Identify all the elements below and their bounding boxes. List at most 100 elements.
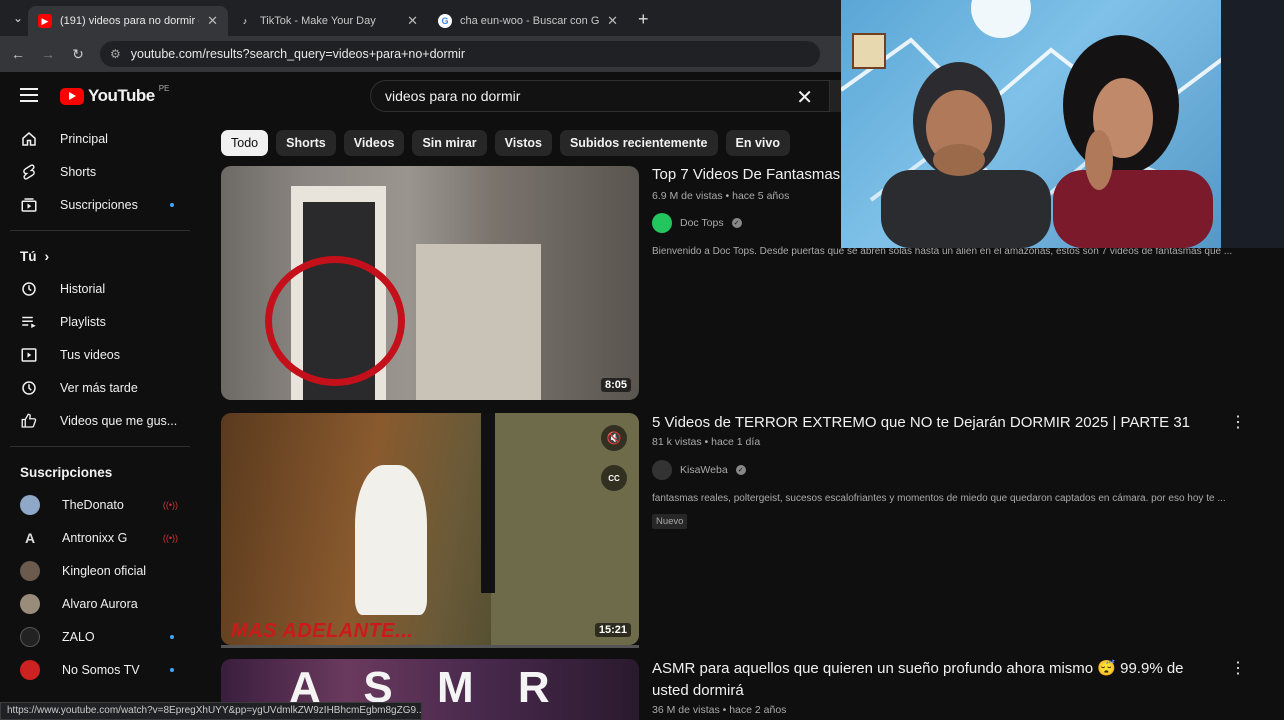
new-content-dot (170, 634, 174, 639)
close-tab-icon[interactable]: ✕ (407, 13, 418, 29)
sidebar: Principal Shorts Suscripciones Tú › Hist… (0, 122, 200, 720)
site-info-icon[interactable]: ⚙ (110, 47, 121, 61)
ghost-figure (355, 465, 427, 615)
sidebar-channel-thedonato[interactable]: TheDonato ((•)) (0, 488, 200, 521)
new-badge: Nuevo (652, 514, 688, 529)
sidebar-channel-antronixx-g[interactable]: A Antronixx G ((•)) (0, 521, 200, 554)
tab-title: (191) videos para no dormir - Y (60, 15, 200, 27)
tiktok-icon: ♪ (242, 16, 248, 26)
more-options-icon[interactable]: ⋮ (1230, 412, 1246, 432)
avatar (652, 460, 672, 480)
url-bar[interactable]: ⚙ youtube.com/results?search_query=video… (100, 41, 820, 67)
search-input[interactable]: videos para no dormir ✕ (370, 80, 830, 112)
sidebar-item-label: Tus videos (60, 347, 120, 362)
sidebar-item-liked-videos[interactable]: Videos que me gus... (0, 404, 200, 437)
sidebar-item-playlists[interactable]: Playlists (0, 305, 200, 338)
back-arrow-icon[interactable]: ← (10, 46, 26, 62)
channel-label: Antronixx G (62, 530, 128, 545)
avatar (20, 494, 40, 515)
video-title[interactable]: 5 Videos de TERROR EXTREMO que NO te Dej… (652, 412, 1190, 434)
logo-text: YouTube (88, 86, 155, 105)
your-videos-icon (20, 346, 38, 364)
video-title[interactable]: ASMR para aquellos que quieren un sueño … (652, 658, 1212, 702)
tab-search-chevron-icon[interactable]: ⌄ (8, 8, 28, 28)
forward-arrow-icon[interactable]: → (40, 46, 56, 62)
youtube-icon: ▶ (38, 14, 52, 28)
channel-name: KisaWeba (680, 464, 728, 476)
channel-row[interactable]: KisaWeba ✓ (652, 460, 746, 480)
verified-icon: ✓ (735, 465, 746, 475)
video-description: fantasmas reales, poltergeist, sucesos e… (652, 493, 1226, 504)
video-title[interactable]: Top 7 Videos De Fantasmas (652, 164, 840, 186)
webcam-overlay (841, 0, 1284, 248)
home-icon (20, 130, 38, 148)
browser-tab-youtube[interactable]: ▶ (191) videos para no dormir - Y ✕ (28, 6, 228, 36)
sidebar-channel-kingleon[interactable]: Kingleon oficial (0, 554, 200, 587)
sidebar-item-label: Ver más tarde (60, 380, 138, 395)
sidebar-divider (10, 446, 190, 447)
sidebar-item-shorts[interactable]: Shorts (0, 155, 200, 188)
video-thumbnail[interactable]: 8:05 (221, 166, 639, 400)
sidebar-channel-no-somos-tv[interactable]: No Somos TV (0, 653, 200, 686)
browser-tab-tiktok[interactable]: ♪ TikTok - Make Your Day ✕ (228, 6, 428, 36)
channel-row[interactable]: Doc Tops ✓ (652, 213, 742, 233)
sidebar-item-label: Shorts (60, 164, 97, 179)
filter-chips: Todo Shorts Videos Sin mirar Vistos Subi… (221, 130, 790, 156)
mute-icon[interactable]: 🔇 (601, 425, 627, 451)
live-indicator-icon: ((•)) (162, 499, 178, 510)
chip-subidos-recientemente[interactable]: Subidos recientemente (559, 130, 718, 156)
chip-sin-mirar[interactable]: Sin mirar (412, 130, 487, 156)
webcam-scene (841, 0, 1284, 248)
chip-en-vivo[interactable]: En vivo (725, 130, 790, 156)
chip-videos[interactable]: Videos (343, 130, 405, 156)
sidebar-item-label: Playlists (60, 314, 106, 329)
browser-tab-google[interactable]: G cha eun-woo - Buscar con Goo ✕ (428, 6, 628, 36)
sidebar-item-suscripciones[interactable]: Suscripciones (0, 188, 200, 221)
sidebar-item-principal[interactable]: Principal (0, 122, 200, 155)
chip-vistos[interactable]: Vistos (494, 130, 552, 156)
search-value: videos para no dormir (385, 88, 521, 104)
sidebar-item-historial[interactable]: Historial (0, 272, 200, 305)
new-content-dot (170, 667, 174, 672)
chevron-right-icon: › (44, 248, 50, 264)
youtube-logo[interactable]: YouTube PE (60, 84, 169, 106)
thumbnail-overlay-text: MAS ADELANTE... (231, 620, 414, 642)
sidebar-subscriptions-heading: Suscripciones (0, 456, 200, 488)
sidebar-you-heading[interactable]: Tú › (0, 240, 200, 272)
channel-name: Doc Tops (680, 217, 724, 229)
new-content-dot (170, 202, 174, 207)
channel-label: No Somos TV (62, 662, 140, 677)
shorts-icon (20, 163, 38, 181)
sidebar-channel-alvaro-aurora[interactable]: Alvaro Aurora (0, 587, 200, 620)
sidebar-item-tus-videos[interactable]: Tus videos (0, 338, 200, 371)
more-options-icon[interactable]: ⋮ (1230, 658, 1246, 678)
url-text: youtube.com/results?search_query=videos+… (130, 47, 465, 61)
channel-label: Alvaro Aurora (62, 596, 138, 611)
video-thumbnail[interactable]: 🔇 CC MAS ADELANTE... 15:21 (221, 413, 639, 645)
video-meta: 81 k vistas • hace 1 día (652, 436, 761, 448)
sidebar-item-label: Principal (60, 131, 108, 146)
sidebar-channel-zalo[interactable]: ZALO (0, 620, 200, 653)
subscriptions-icon (20, 196, 38, 214)
video-duration: 15:21 (594, 623, 631, 637)
avatar (20, 593, 40, 614)
avatar (20, 626, 40, 647)
new-tab-button[interactable]: + (638, 9, 649, 30)
playlists-icon (20, 313, 38, 331)
clear-search-icon[interactable]: ✕ (796, 85, 813, 110)
chip-shorts[interactable]: Shorts (276, 130, 336, 156)
subscriptions-heading-label: Suscripciones (20, 464, 113, 480)
close-tab-icon[interactable]: ✕ (607, 13, 618, 29)
channel-label: ZALO (62, 629, 95, 644)
youtube-play-icon (60, 87, 84, 105)
chip-todo[interactable]: Todo (221, 130, 269, 156)
close-tab-icon[interactable]: ✕ (207, 13, 218, 29)
cabinet-shape (416, 244, 541, 400)
sidebar-item-label: Suscripciones (60, 197, 138, 212)
tab-title: cha eun-woo - Buscar con Goo (460, 15, 600, 27)
captions-icon[interactable]: CC (601, 465, 627, 491)
reload-icon[interactable]: ↻ (70, 46, 86, 63)
sidebar-item-ver-mas-tarde[interactable]: Ver más tarde (0, 371, 200, 404)
menu-icon[interactable] (20, 88, 38, 102)
like-icon (20, 412, 38, 430)
